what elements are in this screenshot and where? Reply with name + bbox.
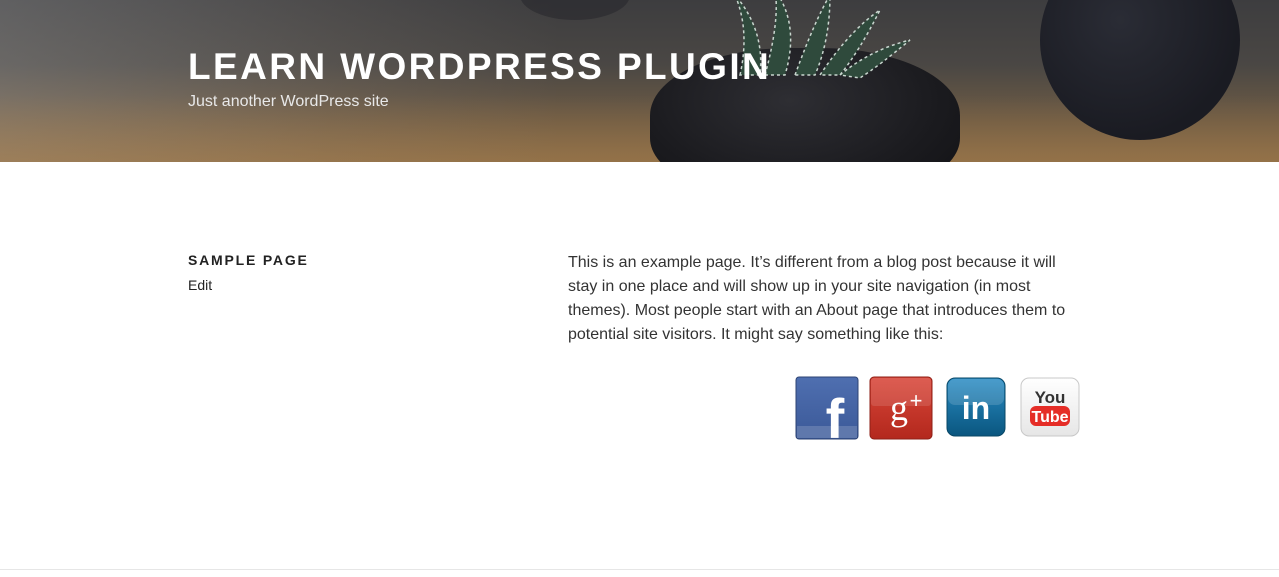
linkedin-link[interactable]: in [945, 376, 1009, 440]
entry-content: This is an example page. It’s different … [568, 251, 1083, 347]
facebook-link[interactable]: f [795, 376, 859, 450]
google-plus-link[interactable]: g + [869, 376, 933, 440]
svg-text:+: + [910, 388, 923, 413]
svg-text:You: You [1035, 388, 1066, 407]
footer-divider [0, 569, 1279, 570]
entry-paragraph: This is an example page. It’s different … [568, 254, 1066, 343]
linkedin-icon: in [946, 377, 1006, 437]
site-tagline: Just another WordPress site [188, 93, 389, 110]
youtube-icon: You Tube [1020, 377, 1080, 437]
google-plus-icon: g + [869, 376, 933, 440]
social-icons: f g + in You Tube [795, 376, 1085, 450]
svg-text:in: in [962, 390, 990, 426]
edit-link[interactable]: Edit [188, 277, 212, 293]
site-title-link[interactable]: LEARN WORDPRESS PLUGIN [188, 46, 771, 88]
svg-text:Tube: Tube [1031, 409, 1068, 426]
facebook-icon: f [795, 376, 859, 450]
site-header: LEARN WORDPRESS PLUGIN Just another Word… [0, 0, 1279, 162]
page-title: SAMPLE PAGE [188, 252, 309, 268]
svg-text:f: f [826, 387, 845, 440]
svg-text:g: g [890, 388, 908, 428]
youtube-link[interactable]: You Tube [1019, 376, 1083, 440]
